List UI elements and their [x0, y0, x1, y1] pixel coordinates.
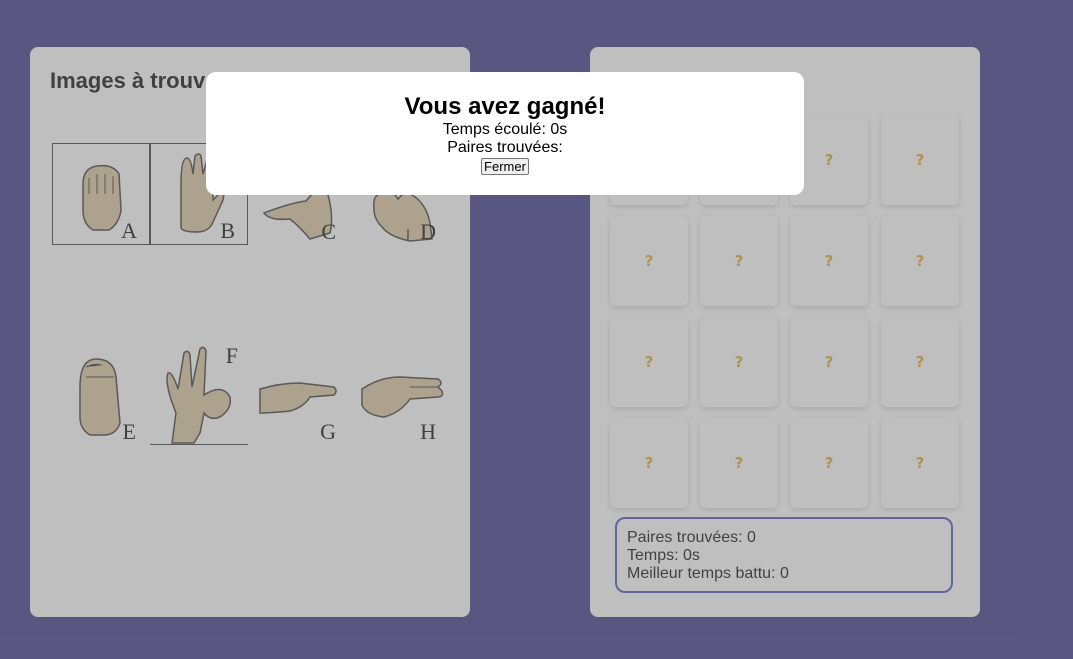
close-button[interactable]: Fermer — [481, 158, 529, 175]
elapsed-time-text: Temps écoulé: 0s — [442, 121, 568, 138]
win-dialog: Vous avez gagné! Temps écoulé: 0s Paires… — [206, 72, 804, 195]
pairs-found-text: Paires trouvées: — [447, 139, 563, 156]
win-dialog-title: Vous avez gagné! — [404, 93, 606, 120]
